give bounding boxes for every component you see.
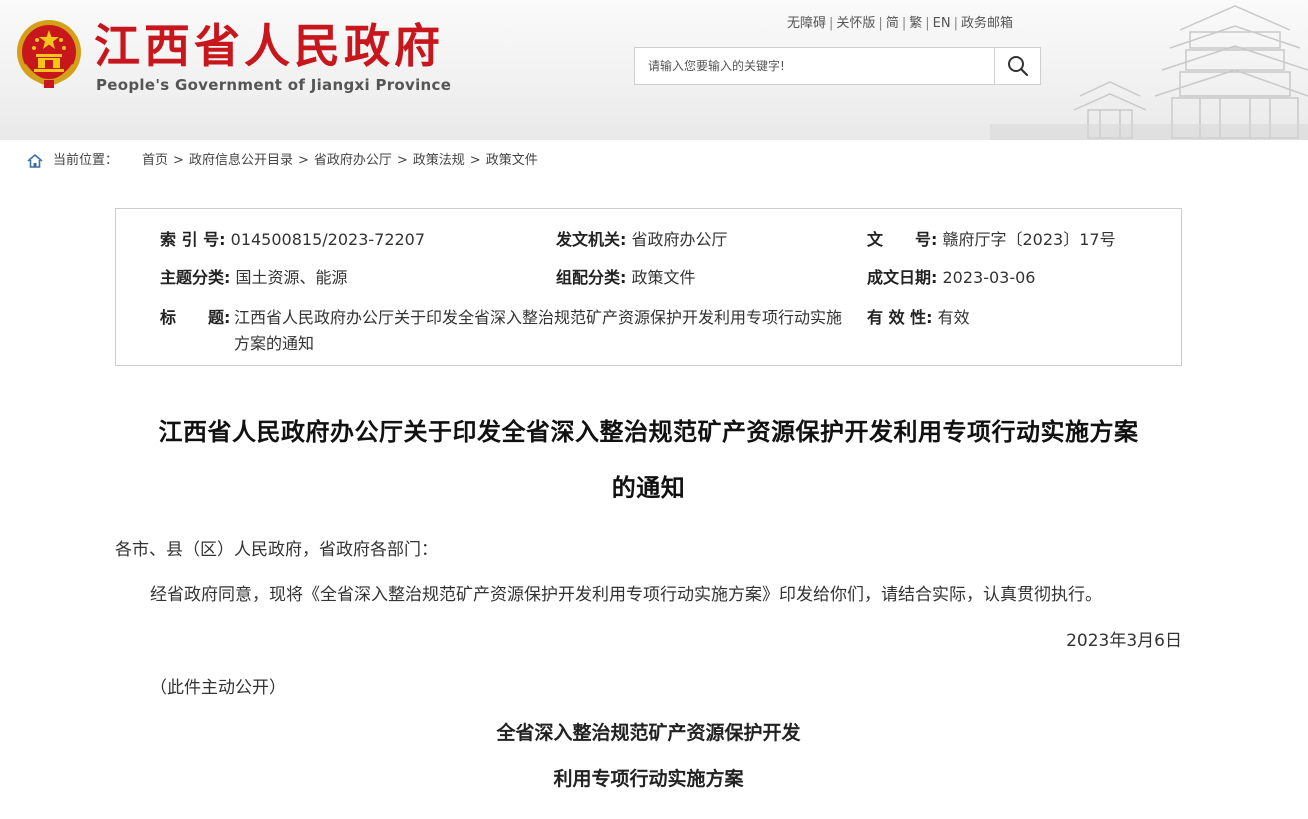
title-label-text: 标 题:: [160, 308, 231, 327]
index-number-value: 014500815/2023-72207: [230, 230, 426, 249]
issuing-authority-label: 发文机关:: [556, 230, 627, 249]
plan-title-line-1: 全省深入整治规范矿产资源保护开发: [496, 722, 801, 744]
document-title-line-1: 江西省人民政府办公厅关于印发全省深入整治规范矿产资源保护开发利用专项行动实施方案: [158, 418, 1139, 446]
search-input[interactable]: [635, 48, 994, 84]
breadcrumb-separator: >: [297, 153, 309, 168]
top-links: 无障碍 | 关怀版 | 简 | 繁 | EN | 政务邮箱: [787, 16, 1013, 31]
topic-category: 主题分类: 国土资源、能源: [160, 267, 348, 289]
breadcrumb-label: 当前位置：: [53, 153, 119, 168]
written-date: 成文日期: 2023-03-06: [867, 267, 1035, 289]
simplified-chinese-link[interactable]: 简: [886, 16, 899, 31]
public-notice: （此件主动公开）: [150, 678, 286, 698]
site-header: 江西省人民政府 People's Government of Jiangxi P…: [0, 0, 1308, 140]
issuing-authority-value: 省政府办公厅: [631, 230, 728, 249]
breadcrumb-separator: >: [396, 153, 408, 168]
document-number: 文 号: 赣府厅字〔2023〕17号: [867, 229, 1116, 251]
breadcrumb-policy-documents[interactable]: 政策文件: [486, 152, 538, 170]
breadcrumb-separator: >: [173, 153, 184, 168]
home-icon: [27, 153, 43, 168]
document-title: 江西省人民政府办公厅关于印发全省深入整治规范矿产资源保护开发利用专项行动实施方案…: [115, 404, 1182, 516]
plan-title-line-2: 利用专项行动实施方案: [553, 768, 744, 790]
salutation: 各市、县（区）人民政府，省政府各部门：: [115, 540, 438, 560]
assembly-category-value: 政策文件: [631, 268, 696, 287]
site-title: 江西省人民政府: [94, 19, 444, 73]
breadcrumb-separator: >: [469, 153, 481, 168]
title-label: 标 题:: [160, 307, 230, 329]
site-subtitle: People's Government of Jiangxi Province: [96, 76, 452, 94]
breadcrumb-general-office[interactable]: 省政府办公厅: [314, 152, 392, 170]
accessibility-link[interactable]: 无障碍: [787, 16, 826, 31]
index-number: 索 引 号: 014500815/2023-72207: [160, 229, 425, 251]
body-paragraph: 经省政府同意，现将《全省深入整治规范矿产资源保护开发利用专项行动实施方案》印发给…: [150, 585, 1102, 605]
validity-value: 有效: [937, 308, 970, 327]
topic-category-value: 国土资源、能源: [235, 268, 348, 287]
written-date-label: 成文日期:: [867, 268, 938, 287]
national-emblem-icon: [17, 20, 81, 88]
document-metadata-box: 索 引 号: 014500815/2023-72207 发文机关: 省政府办公厅…: [115, 208, 1182, 366]
validity-label: 有 效 性:: [867, 308, 933, 327]
validity: 有 效 性: 有效: [867, 307, 970, 329]
assembly-category-label: 组配分类:: [556, 268, 627, 287]
issuing-authority: 发文机关: 省政府办公厅: [556, 229, 728, 251]
breadcrumb-info-catalog[interactable]: 政府信息公开目录: [189, 152, 293, 170]
breadcrumb: 当前位置： 首页 > 政府信息公开目录 > 省政府办公厅 > 政策法规 > 政策…: [27, 152, 538, 170]
search-box: [634, 47, 1041, 85]
topic-category-label: 主题分类:: [160, 268, 231, 287]
document-number-value: 赣府厅字〔2023〕17号: [942, 230, 1116, 249]
document-title-line-2: 的通知: [611, 474, 686, 502]
document-number-label: 文 号:: [867, 230, 938, 249]
assembly-category: 组配分类: 政策文件: [556, 267, 696, 289]
written-date-value: 2023-03-06: [942, 268, 1036, 287]
issue-date: 2023年3月6日: [1066, 631, 1182, 651]
breadcrumb-policy-regulations[interactable]: 政策法规: [413, 152, 465, 170]
traditional-chinese-link[interactable]: 繁: [909, 16, 922, 31]
pavilion-illustration: [990, 5, 1308, 140]
index-number-label: 索 引 号:: [160, 230, 226, 249]
care-mode-link[interactable]: 关怀版: [836, 16, 875, 31]
breadcrumb-home[interactable]: 首页: [142, 152, 168, 170]
english-link[interactable]: EN: [933, 16, 951, 31]
title-value: 江西省人民政府办公厅关于印发全省深入整治规范矿产资源保护开发利用专项行动实施方案…: [234, 308, 843, 353]
